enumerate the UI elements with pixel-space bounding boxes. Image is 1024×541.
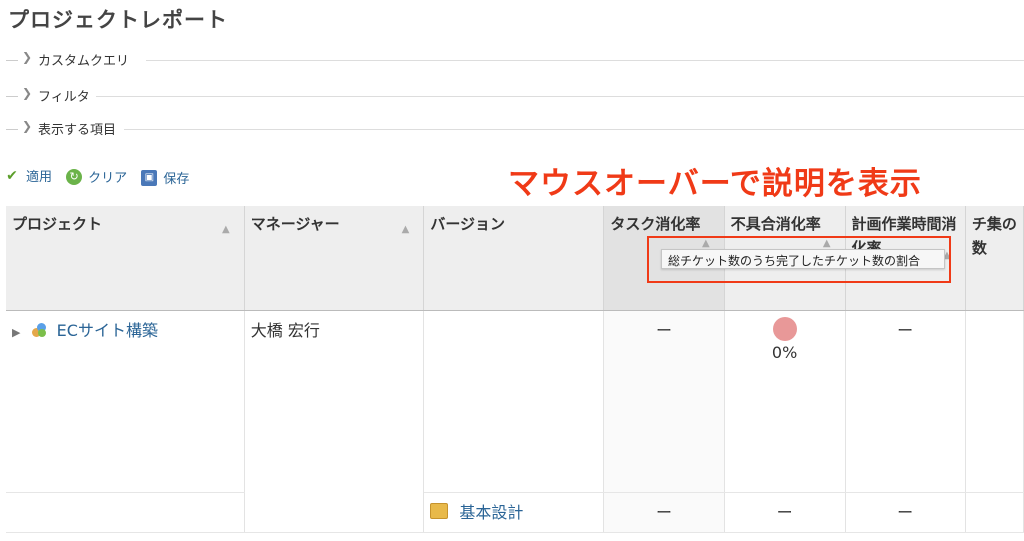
column-header-version[interactable]: バージョン [423,206,605,311]
refresh-icon: ↻ [66,168,83,185]
save-icon: ▣ [141,169,158,186]
bug-rate-cell: ー [724,492,846,533]
sort-up-icon: ▲ [401,224,410,235]
section-lead-line [6,129,18,130]
section-divider [124,129,1024,130]
ticket-count-cell [965,310,1024,493]
header-tooltip: 総チケット数のうち完了したチケット数の割合 [661,249,945,269]
header-label: バージョン [430,215,506,233]
section-lead-line [6,96,18,97]
section-divider [146,60,1024,61]
check-icon: ✔ [6,167,18,184]
plan-rate-cell: ー [845,492,966,533]
section-label: フィルタ [38,86,94,105]
table-row: ▶ ECサイト構築 大橋 宏行 ー 0% ー [6,310,1024,533]
save-button[interactable]: ▣ 保存 [141,168,189,187]
section-label: カスタムクエリ [38,50,134,69]
project-cell: ▶ ECサイト構築 [6,310,245,493]
header-label: チ集の数 [971,215,1017,257]
section-lead-line [6,60,18,61]
section-filter[interactable]: ❯ フィルタ [0,86,1024,106]
version-cell [423,310,605,493]
header-label: 不具合消化率 [730,215,821,233]
version-link[interactable]: 基本設計 [459,503,523,522]
section-label: 表示する項目 [38,119,121,138]
chevron-right-icon: ❯ [22,119,33,133]
manager-cell: 大橋 宏行 [244,310,425,533]
expand-triangle-icon[interactable]: ▶ [12,326,20,339]
table-row: 基本設計 ー ー ー [6,492,1024,533]
apply-label: 適用 [26,170,53,185]
annotation-caption: マウスオーバーで説明を表示 [508,166,922,202]
column-header-ticket-count[interactable]: チ集の数 [965,206,1024,311]
clear-label: クリア [88,171,128,186]
save-label: 保存 [163,172,190,187]
task-rate-cell: ー [603,492,725,533]
page-title: プロジェクトレポート [8,8,228,32]
chevron-right-icon: ❯ [22,86,33,100]
plan-rate-cell: ー [845,310,966,493]
bug-status-dot [772,316,797,341]
section-divider [96,96,1024,97]
project-icon [31,322,46,337]
section-custom-query[interactable]: ❯ カスタムクエリ [0,50,1024,70]
task-rate-cell: ー [603,310,725,493]
project-cell [6,492,245,533]
bug-rate-value: 0% [771,342,798,362]
apply-button[interactable]: ✔ 適用 [4,166,53,186]
section-columns[interactable]: ❯ 表示する項目 [0,119,1024,139]
query-actions: ✔ 適用 ↻ クリア ▣ 保存 [4,166,199,188]
sort-up-icon: ▲ [222,224,230,235]
project-link[interactable]: ECサイト構築 [57,321,158,340]
version-cell: 基本設計 [423,492,605,533]
header-label: プロジェクト [12,215,103,233]
package-icon [430,502,449,519]
header-label: タスク消化率 [610,215,701,233]
header-label: マネージャー [250,215,340,233]
chevron-right-icon: ❯ [22,50,33,64]
ticket-count-cell [965,492,1024,533]
bug-rate-cell: 0% [724,310,846,493]
column-header-manager[interactable]: マネージャー ▲ [244,206,425,311]
column-header-project[interactable]: プロジェクト ▲ [6,206,245,311]
clear-button[interactable]: ↻ クリア [66,167,127,186]
